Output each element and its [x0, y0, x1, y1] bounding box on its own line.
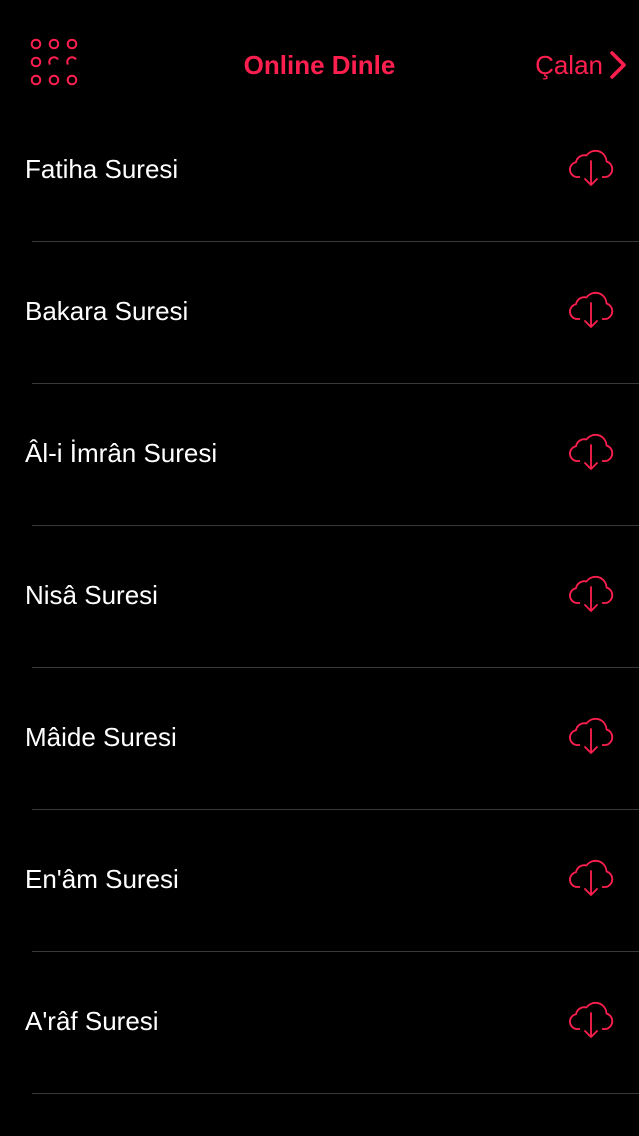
- cloud-download-icon[interactable]: [567, 289, 615, 333]
- grid-dots-icon: [30, 38, 78, 86]
- cloud-download-icon[interactable]: [567, 857, 615, 901]
- cloud-download-icon[interactable]: [567, 999, 615, 1043]
- list-item[interactable]: Fatiha Suresi: [0, 100, 639, 242]
- surah-name: A'râf Suresi: [25, 1006, 159, 1036]
- list-item[interactable]: Âl-i İmrân Suresi: [0, 384, 639, 526]
- cloud-download-icon[interactable]: [567, 573, 615, 617]
- now-playing-button[interactable]: Çalan: [535, 46, 627, 84]
- surah-name: Fatiha Suresi: [25, 154, 179, 184]
- surah-name: Nisâ Suresi: [25, 580, 158, 610]
- cloud-download-icon[interactable]: [567, 431, 615, 475]
- list-item[interactable]: En'âm Suresi: [0, 810, 639, 952]
- grid-menu-button[interactable]: [26, 34, 86, 94]
- chevron-right-icon: [609, 50, 627, 80]
- surah-name: En'âm Suresi: [25, 864, 179, 894]
- surah-list: Fatiha Suresi Bakara Suresi Âl-i İmrân S…: [0, 100, 639, 1094]
- surah-name: Bakara Suresi: [25, 296, 189, 326]
- page-title: Online Dinle: [243, 50, 396, 80]
- list-item[interactable]: A'râf Suresi: [0, 952, 639, 1094]
- list-item[interactable]: Mâide Suresi: [0, 668, 639, 810]
- list-item[interactable]: Nisâ Suresi: [0, 526, 639, 668]
- now-playing-label: Çalan: [535, 50, 603, 80]
- list-item[interactable]: Bakara Suresi: [0, 242, 639, 384]
- row-separator: [32, 1093, 639, 1094]
- cloud-download-icon[interactable]: [567, 147, 615, 191]
- surah-name: Âl-i İmrân Suresi: [25, 438, 218, 468]
- cloud-download-icon[interactable]: [567, 715, 615, 759]
- surah-name: Mâide Suresi: [25, 722, 177, 752]
